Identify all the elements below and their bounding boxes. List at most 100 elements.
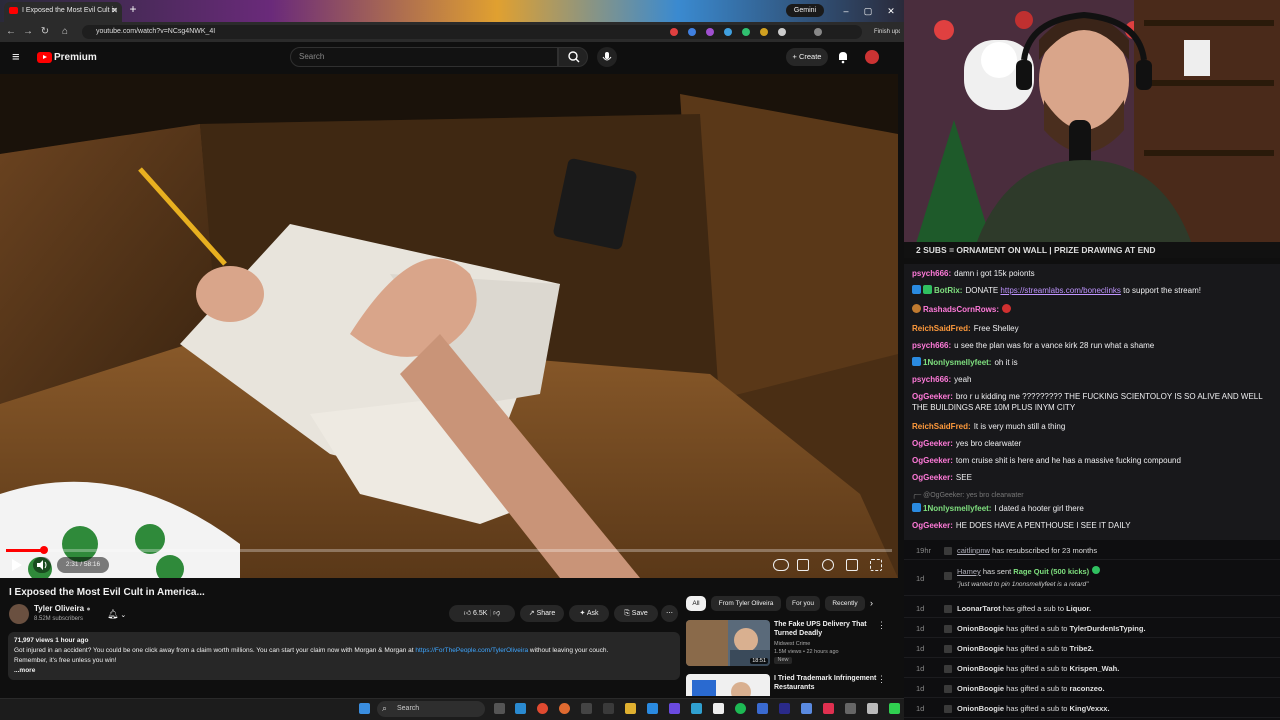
file-explorer-icon[interactable] [625, 703, 636, 714]
chat-username[interactable]: 1Nonlysmellyfeet: [923, 504, 991, 513]
chrome-profile-icon[interactable] [559, 703, 570, 714]
chat-username[interactable]: OgGeeker: [912, 473, 953, 482]
hamburger-menu-icon[interactable]: ≡ [12, 50, 26, 63]
chat-username[interactable]: OgGeeker: [912, 521, 953, 530]
ask-button[interactable]: ✦ Ask [569, 605, 609, 622]
mute-button[interactable] [33, 557, 51, 573]
app-icon[interactable] [581, 703, 592, 714]
search-input[interactable]: Search [290, 47, 558, 67]
settings-gear-icon[interactable] [822, 559, 834, 571]
description-link[interactable]: https://ForThePeople.com/TylerOliveira [415, 647, 528, 654]
app-icon[interactable] [779, 703, 790, 714]
activity-recipient[interactable]: KingVexxx. [1070, 704, 1110, 713]
notifications-bell-icon[interactable] [836, 50, 850, 64]
video-player[interactable] [0, 74, 898, 578]
chat-username[interactable]: RashadsCornRows: [923, 305, 999, 314]
windows-start-icon[interactable] [359, 703, 370, 714]
chat-username[interactable]: ReichSaidFred: [912, 324, 971, 333]
chip-from-channel[interactable]: From Tyler Oliveira [711, 596, 781, 611]
more-actions-button[interactable]: ⋯ [661, 605, 678, 622]
app-icon[interactable] [867, 703, 878, 714]
fullscreen-icon[interactable] [870, 559, 882, 571]
voice-search-button[interactable] [597, 47, 617, 67]
app-icon[interactable] [691, 703, 702, 714]
activity-recipient[interactable]: Tribe2. [1070, 644, 1094, 653]
chat-username[interactable]: psych666: [912, 341, 951, 350]
activity-recipient[interactable]: raconzeo. [1070, 684, 1105, 693]
chip-for-you[interactable]: For you [786, 596, 820, 611]
maximize-window-icon[interactable]: ▢ [858, 3, 878, 19]
more-vertical-icon[interactable]: ⋮ [877, 674, 886, 685]
subscription-bell-button[interactable]: 🔔︎ ⌄ [107, 606, 137, 622]
dislike-button[interactable]: 👎︎ [493, 610, 500, 617]
back-icon[interactable]: ← [4, 25, 18, 39]
close-tab-icon[interactable]: ✕ [111, 2, 118, 20]
app-icon[interactable] [757, 703, 768, 714]
home-icon[interactable]: ⌂ [58, 25, 72, 39]
activity-user[interactable]: OnionBoogie [957, 704, 1004, 713]
extension-icon[interactable] [778, 28, 786, 36]
browser-tab-active[interactable]: I Exposed the Most Evil Cult in ✕ [4, 2, 122, 22]
activity-user[interactable]: OnionBoogie [957, 644, 1004, 653]
finish-update-button[interactable]: Finish update [874, 25, 900, 39]
reload-icon[interactable]: ↻ [38, 25, 52, 39]
activity-user[interactable]: OnionBoogie [957, 664, 1004, 673]
channel-name[interactable]: Tyler Oliveira ● [34, 604, 91, 615]
activity-recipient[interactable]: Krispen_Wah. [1070, 664, 1120, 673]
youtube-logo-icon[interactable] [37, 52, 52, 63]
new-tab-button[interactable]: + [126, 3, 140, 17]
theater-mode-icon[interactable] [846, 559, 858, 571]
chat-link[interactable]: https://streamlabs.com/boneclinks [1000, 286, 1121, 295]
extension-icon[interactable] [670, 28, 678, 36]
profile-icon[interactable] [814, 28, 822, 36]
extension-icon[interactable] [760, 28, 768, 36]
extension-icon[interactable] [706, 28, 714, 36]
forward-icon[interactable]: → [21, 25, 35, 39]
share-button[interactable]: ↗ Share [520, 605, 564, 622]
create-button[interactable]: + Create [786, 48, 828, 66]
like-button[interactable]: 👍︎ 6.5K [464, 610, 488, 617]
channel-avatar[interactable] [9, 604, 29, 624]
activity-recipient[interactable]: Liquor. [1066, 604, 1091, 613]
activity-recipient[interactable]: TylerDurdenIsTyping. [1070, 624, 1146, 633]
save-button[interactable]: ⎘ Save [614, 605, 658, 622]
chip-recently[interactable]: Recently [825, 596, 865, 611]
extension-icon[interactable] [742, 28, 750, 36]
app-icon[interactable] [669, 703, 680, 714]
activity-user[interactable]: caitlinpnw [957, 546, 990, 555]
progress-bar[interactable] [6, 549, 892, 552]
more-vertical-icon[interactable]: ⋮ [877, 620, 886, 631]
app-icon[interactable] [647, 703, 658, 714]
extension-icon[interactable] [724, 28, 732, 36]
chat-username[interactable]: ReichSaidFred: [912, 422, 971, 431]
autoplay-toggle[interactable] [773, 559, 789, 571]
chat-username[interactable]: OgGeeker: [912, 439, 953, 448]
chips-next-icon[interactable]: › [870, 596, 882, 611]
youtube-brand-label[interactable]: Premium [54, 51, 97, 64]
user-avatar[interactable] [865, 50, 879, 64]
gemini-button[interactable]: Gemini [786, 4, 824, 17]
activity-user[interactable]: OnionBoogie [957, 624, 1004, 633]
app-icon[interactable] [713, 703, 724, 714]
related-thumbnail[interactable] [686, 674, 770, 696]
task-view-icon[interactable] [494, 703, 505, 714]
minimize-window-icon[interactable]: – [836, 3, 856, 19]
video-description[interactable]: 71,997 views 1 hour ago Got injured in a… [8, 632, 680, 680]
show-more-link[interactable]: ...more [14, 666, 674, 676]
edge-icon[interactable] [515, 703, 526, 714]
activity-user[interactable]: Hamey [957, 567, 981, 576]
search-button[interactable] [558, 47, 588, 67]
chat-username[interactable]: 1Nonlysmellyfeet: [923, 358, 991, 367]
play-button[interactable] [8, 557, 24, 573]
app-icon[interactable] [603, 703, 614, 714]
chat-username[interactable]: psych666: [912, 269, 951, 278]
chat-username[interactable]: psych666: [912, 375, 951, 384]
spotify-icon[interactable] [735, 703, 746, 714]
related-thumbnail[interactable]: 18:51 [686, 620, 770, 666]
activity-user[interactable]: OnionBoogie [957, 684, 1004, 693]
chat-username[interactable]: OgGeeker: [912, 392, 953, 401]
close-window-icon[interactable]: ✕ [881, 3, 901, 19]
chat-username[interactable]: BotRix: [934, 286, 962, 295]
taskbar-search-input[interactable]: Search [377, 701, 485, 717]
app-icon[interactable] [889, 703, 900, 714]
